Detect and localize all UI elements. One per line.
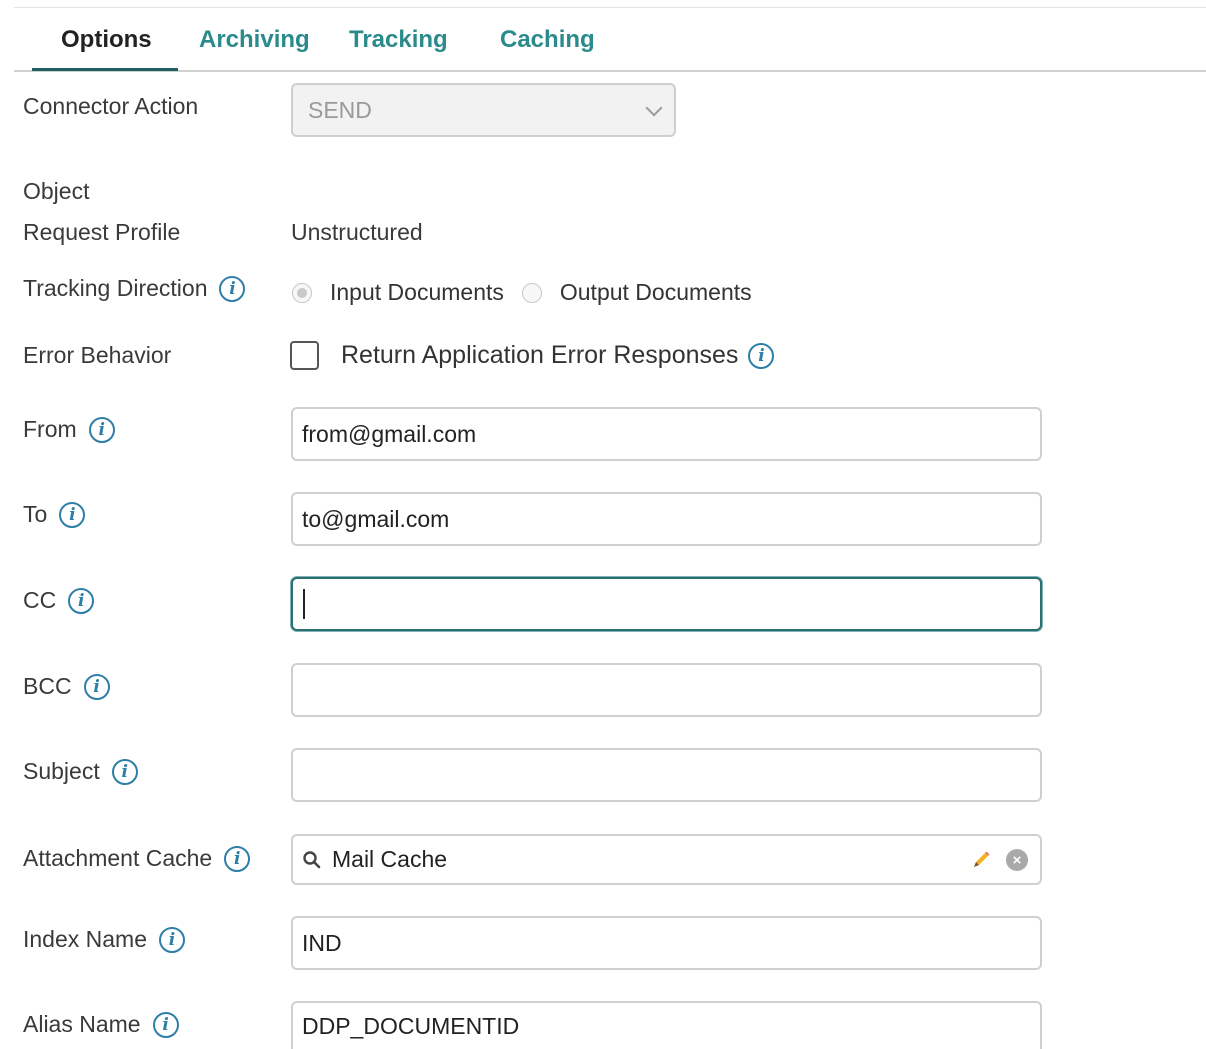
alias-name-label: Alias Name i	[23, 1011, 179, 1038]
radio-input-documents[interactable]	[292, 282, 312, 303]
info-icon[interactable]: i	[224, 845, 251, 872]
tab-tracking[interactable]: Tracking	[349, 26, 448, 54]
subject-label: Subject i	[23, 758, 138, 785]
to-input[interactable]: to@gmail.com	[291, 492, 1042, 546]
return-error-responses-label: Return Application Error Responses	[341, 341, 739, 369]
error-behavior-row: Return Application Error Responses i	[290, 341, 775, 370]
text-caret	[303, 589, 305, 619]
cc-label: CC i	[23, 587, 95, 614]
info-icon[interactable]: i	[219, 275, 246, 302]
radio-label-input-documents: Input Documents	[330, 279, 504, 305]
from-input[interactable]: from@gmail.com	[291, 407, 1042, 461]
index-name-input[interactable]: IND	[291, 916, 1042, 970]
radio-label-output-documents: Output Documents	[559, 279, 752, 305]
object-label: Object	[23, 178, 90, 204]
tracking-direction-radios: Input Documents Output Documents	[292, 279, 770, 306]
tab-bar: Options Archiving Tracking Caching	[14, 20, 1206, 72]
top-divider	[14, 7, 1206, 8]
info-icon[interactable]: i	[159, 926, 186, 953]
radio-output-documents[interactable]	[521, 282, 542, 303]
connector-options-page: Options Archiving Tracking Caching Conne…	[0, 0, 1206, 1049]
tracking-direction-label: Tracking Direction i	[23, 275, 246, 302]
attachment-cache-lookup[interactable]: Mail Cache ×	[291, 834, 1042, 885]
connector-action-value: SEND	[308, 96, 372, 123]
index-name-label: Index Name i	[23, 926, 186, 953]
info-icon[interactable]: i	[68, 587, 95, 614]
subject-input[interactable]	[291, 748, 1042, 802]
alias-name-input[interactable]: DDP_DOCUMENTID	[291, 1001, 1042, 1049]
info-icon[interactable]: i	[111, 758, 138, 785]
to-input-value: to@gmail.com	[302, 505, 450, 532]
from-input-value: from@gmail.com	[302, 420, 477, 447]
cc-input[interactable]	[291, 577, 1042, 631]
tab-archiving[interactable]: Archiving	[199, 26, 310, 54]
info-icon[interactable]: i	[59, 501, 86, 528]
chevron-down-icon	[645, 99, 663, 117]
error-behavior-label: Error Behavior	[23, 342, 172, 368]
return-error-responses-checkbox[interactable]	[290, 341, 319, 370]
from-label: From i	[23, 416, 115, 443]
connector-action-select[interactable]: SEND	[291, 83, 676, 137]
tab-caching[interactable]: Caching	[500, 26, 595, 54]
attachment-cache-label: Attachment Cache i	[23, 845, 251, 872]
info-icon[interactable]: i	[748, 342, 775, 369]
bcc-input[interactable]	[291, 663, 1042, 717]
connector-action-label: Connector Action	[23, 93, 199, 119]
clear-icon[interactable]: ×	[1006, 849, 1028, 871]
attachment-cache-value: Mail Cache	[332, 846, 448, 872]
index-name-value: IND	[302, 929, 342, 956]
request-profile-value: Unstructured	[291, 219, 423, 245]
info-icon[interactable]: i	[88, 416, 115, 443]
pencil-icon[interactable]	[970, 849, 992, 871]
alias-name-value: DDP_DOCUMENTID	[302, 1012, 520, 1039]
to-label: To i	[23, 501, 86, 528]
active-tab-indicator	[32, 68, 178, 71]
bcc-label: BCC i	[23, 673, 110, 700]
request-profile-label: Request Profile	[23, 219, 181, 245]
search-icon	[303, 850, 321, 868]
tab-options[interactable]: Options	[61, 26, 152, 54]
info-icon[interactable]: i	[152, 1011, 179, 1038]
info-icon[interactable]: i	[83, 673, 110, 700]
